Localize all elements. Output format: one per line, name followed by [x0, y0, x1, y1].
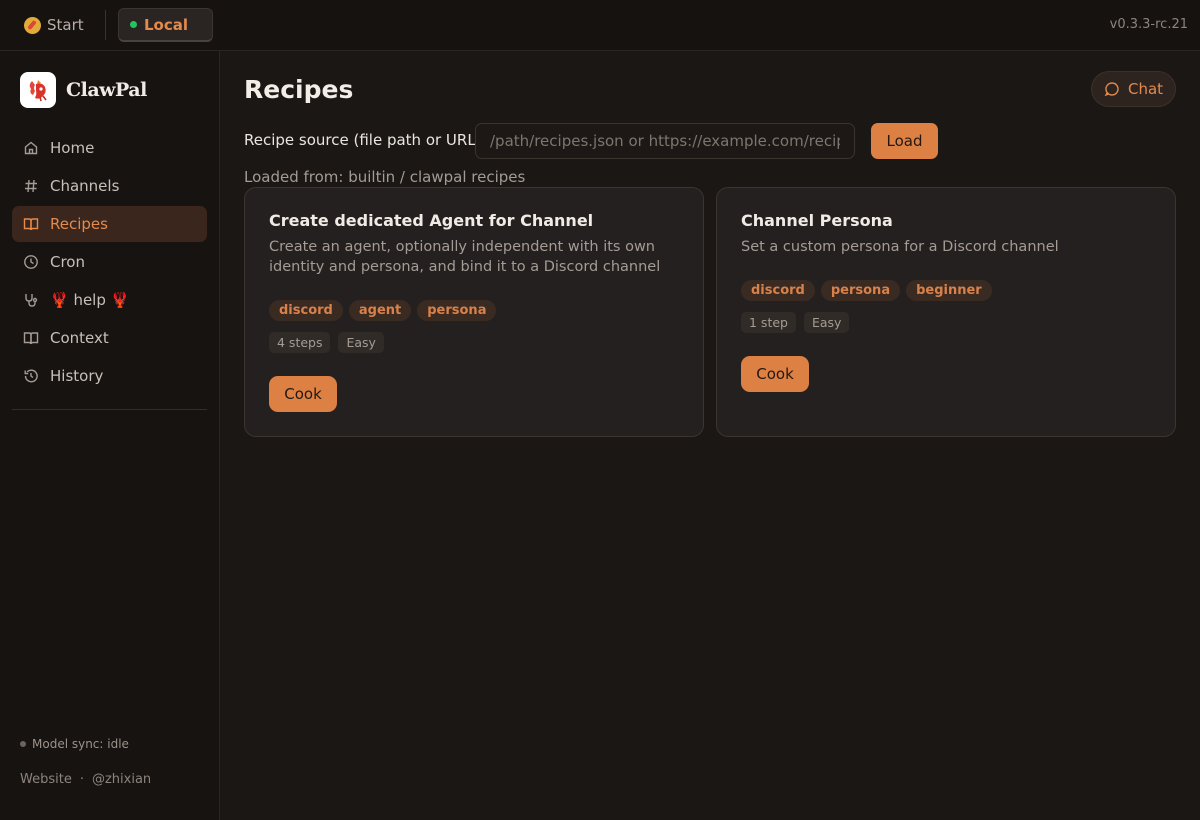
author-link[interactable]: @zhixian — [92, 772, 151, 787]
tag-badge: persona — [820, 280, 901, 301]
steps-badge: 1 step — [741, 312, 796, 333]
footer-links: Website · @zhixian — [20, 772, 151, 787]
tab-local-label: Local — [144, 15, 189, 34]
tab-local[interactable]: Local — [118, 8, 213, 42]
top-bar: Start Local v0.3.3-rc.21 — [0, 0, 1200, 51]
tag-badge: discord — [269, 300, 343, 321]
cook-button[interactable]: Cook — [269, 376, 337, 412]
loaded-from-text: Loaded from: builtin / clawpal recipes — [244, 168, 526, 186]
difficulty-badge: Easy — [803, 312, 850, 333]
recipe-source-label: Recipe source (file path or URL) — [244, 131, 482, 149]
clock-icon — [24, 255, 38, 269]
tag-badge: beginner — [906, 280, 992, 301]
recipe-title: Create dedicated Agent for Channel — [269, 211, 594, 230]
history-icon — [24, 369, 38, 383]
hash-icon — [25, 179, 37, 193]
recipe-title: Channel Persona — [741, 211, 893, 230]
recipe-meta: 1 step Easy — [741, 312, 850, 333]
recipe-tags: discord persona beginner — [741, 280, 992, 301]
tab-start[interactable]: Start — [12, 9, 96, 41]
status-dot-icon — [130, 21, 137, 28]
sidebar-item-recipes[interactable]: Recipes — [12, 206, 207, 242]
link-separator: · — [79, 772, 84, 787]
difficulty-badge: Easy — [338, 332, 384, 353]
recipe-description: Set a custom persona for a Discord chann… — [741, 239, 1059, 255]
tag-badge: discord — [741, 280, 815, 301]
sidebar-divider — [12, 409, 207, 410]
model-sync-status: Model sync: idle — [20, 737, 129, 751]
website-link[interactable]: Website — [20, 772, 72, 787]
sidebar-item-label: 🦞 help 🦞 — [50, 291, 130, 309]
tab-divider — [105, 10, 106, 40]
tab-start-label: Start — [47, 16, 84, 34]
sidebar-item-label: Context — [50, 329, 109, 347]
book-icon — [23, 332, 39, 345]
sidebar-item-label: Cron — [50, 253, 85, 271]
recipe-tags: discord agent persona — [269, 300, 497, 321]
brand[interactable]: ClawPal — [20, 72, 147, 108]
steps-badge: 4 steps — [269, 332, 331, 353]
sidebar-item-context[interactable]: Context — [12, 320, 207, 356]
clawpal-logo-icon — [20, 72, 56, 108]
recipe-card: Create dedicated Agent for Channel Creat… — [244, 187, 704, 437]
recipe-meta: 4 steps Easy — [269, 332, 384, 353]
recipe-description: Create an agent, optionally independent … — [269, 239, 661, 275]
sidebar-item-home[interactable]: Home — [12, 130, 207, 166]
sidebar-nav: Home Channels Recipes Cron 🦞 help 🦞 Cont… — [12, 130, 207, 396]
recipe-source-input[interactable] — [475, 123, 855, 159]
recipe-card: Channel Persona Set a custom persona for… — [716, 187, 1176, 437]
chat-button[interactable]: Chat — [1091, 71, 1176, 107]
sidebar-item-cron[interactable]: Cron — [12, 244, 207, 280]
sidebar-item-label: Recipes — [50, 215, 108, 233]
sidebar: ClawPal Home Channels Recipes Cron 🦞 hel… — [0, 51, 220, 820]
sidebar-item-label: History — [50, 367, 104, 385]
tag-badge: persona — [417, 300, 497, 321]
stethoscope-icon — [25, 294, 38, 307]
sidebar-item-label: Channels — [50, 177, 120, 195]
compass-icon — [24, 16, 41, 34]
home-icon — [24, 141, 38, 155]
chat-bubble-icon — [1104, 82, 1119, 97]
sync-status-dot-icon — [20, 741, 26, 747]
sidebar-item-help[interactable]: 🦞 help 🦞 — [12, 282, 207, 318]
book-icon — [23, 218, 39, 231]
page-title: Recipes — [244, 75, 354, 104]
model-sync-label: Model sync: idle — [32, 737, 129, 751]
brand-name: ClawPal — [66, 79, 147, 101]
load-button[interactable]: Load — [871, 123, 938, 159]
sidebar-item-label: Home — [50, 139, 95, 157]
cook-button[interactable]: Cook — [741, 356, 809, 392]
version-label: v0.3.3-rc.21 — [1109, 17, 1188, 32]
sidebar-item-channels[interactable]: Channels — [12, 168, 207, 204]
sidebar-item-history[interactable]: History — [12, 358, 207, 394]
main-content: Recipes Chat Recipe source (file path or… — [220, 51, 1200, 820]
tag-badge: agent — [348, 300, 412, 321]
chat-button-label: Chat — [1127, 80, 1164, 98]
